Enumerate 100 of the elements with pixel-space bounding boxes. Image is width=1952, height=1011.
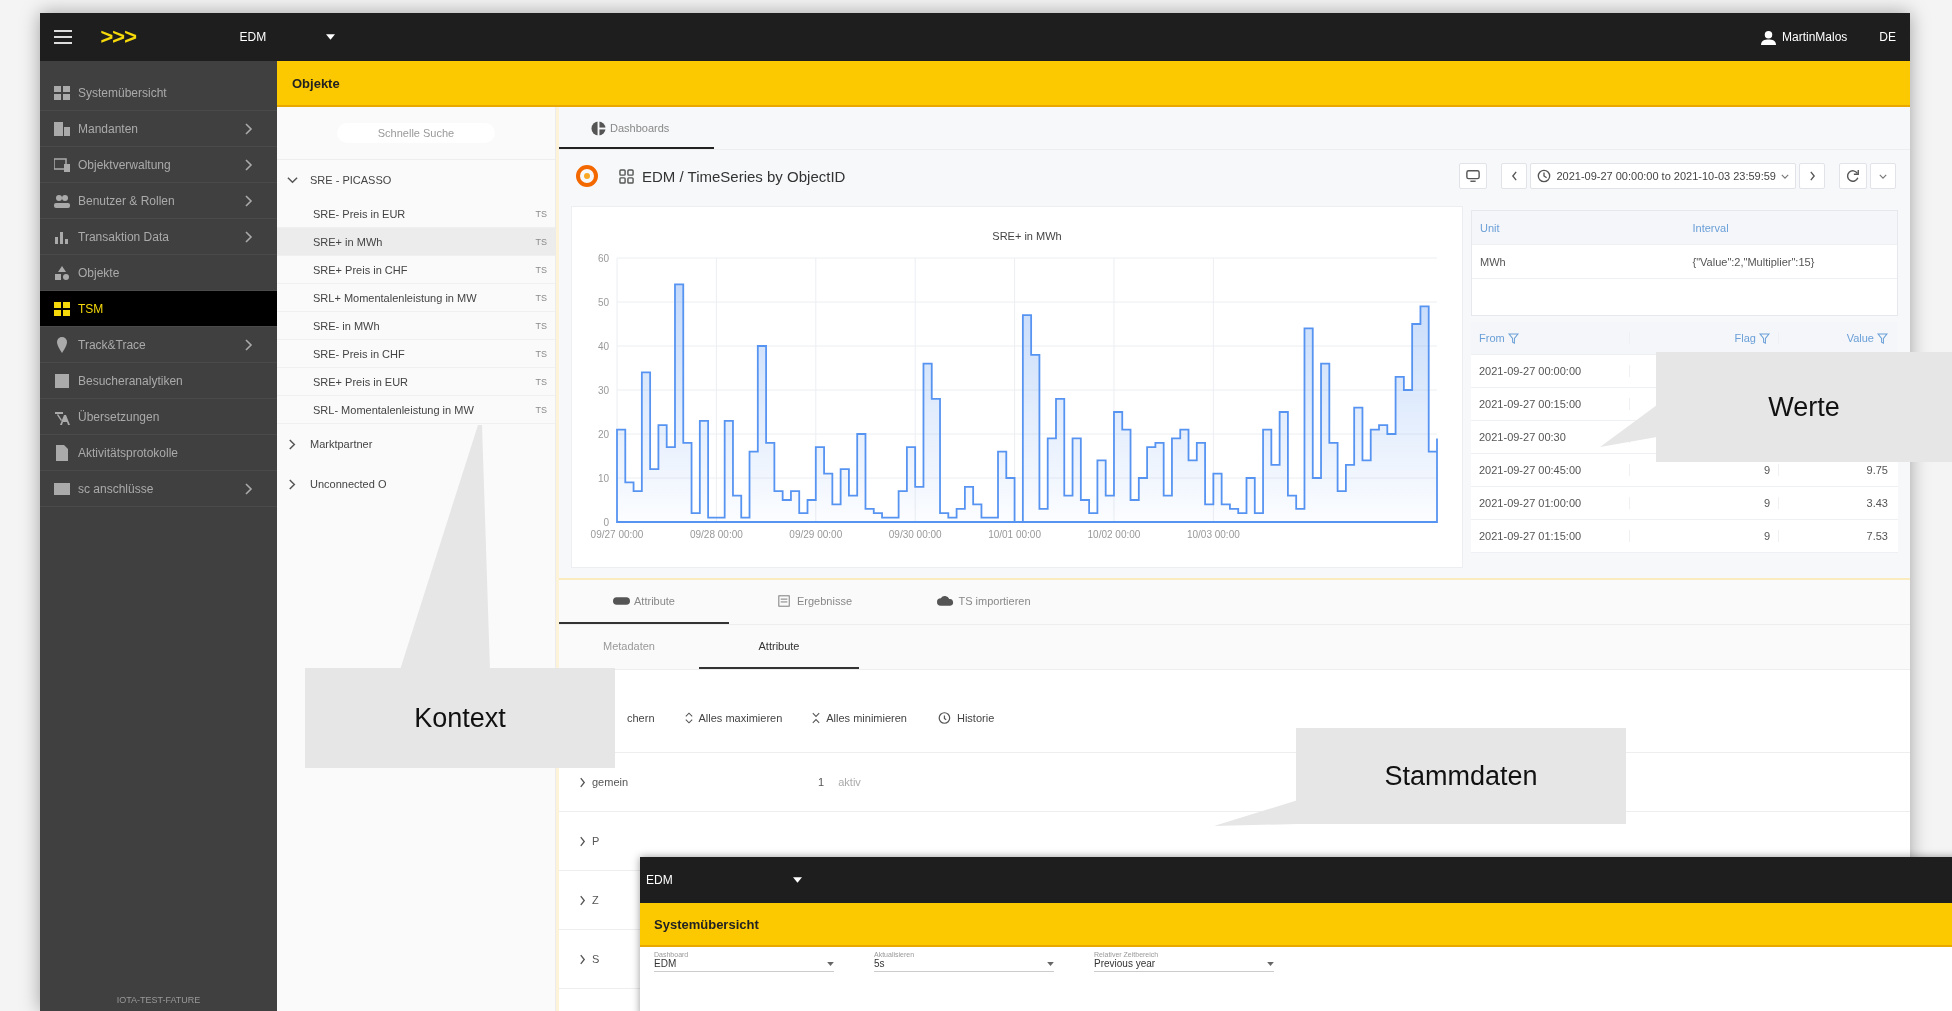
page-title: Systemübersicht [654, 916, 759, 932]
cloud-upload-icon [937, 595, 955, 607]
chevron-down-icon [1879, 173, 1887, 179]
page-title: Objekte [292, 75, 340, 91]
expand-all-button[interactable]: Alles maximieren [682, 710, 785, 726]
callout: Stammdaten [1296, 728, 1626, 824]
y-tick-label: 10 [597, 473, 609, 484]
expand-icon [684, 712, 693, 724]
sidebar-item[interactable]: Mandanten [40, 111, 277, 147]
x-tick-label: 09/28 00:00 [690, 529, 743, 540]
sidebar-item[interactable]: TSM [40, 291, 277, 327]
tree-item[interactable]: SRE+ Preis in CHF TS [277, 256, 555, 284]
table-cell-text: {"Value":2,"Multiplier":15} [1691, 255, 1816, 268]
sidebar-item[interactable]: Systemübersicht [40, 75, 277, 111]
tree-node[interactable]: Marktpartner [277, 424, 555, 464]
table-cell: 2021-09-27 01:00:00 [1471, 497, 1630, 509]
dashboard-icon [591, 120, 606, 136]
app-dropdown[interactable]: EDM [646, 873, 802, 887]
tree-node[interactable]: Unconnected O [277, 464, 555, 504]
sidebar-item[interactable]: Besucheranalytiken [40, 363, 277, 399]
y-tick-label: 30 [597, 385, 609, 396]
tree-item[interactable]: SRE- Preis in CHF TS [277, 340, 555, 368]
tv-mode-button[interactable] [1459, 163, 1488, 189]
sidebar-item[interactable]: sc anschlüsse [40, 471, 277, 507]
group-header[interactable]: P [592, 835, 600, 847]
x-tick-label: 10/02 00:00 [1087, 529, 1141, 540]
chevron-right-icon [579, 835, 586, 847]
sidebar-item[interactable]: Benutzer & Rollen [40, 183, 277, 219]
y-tick-label: 20 [597, 429, 609, 440]
search-field[interactable]: Schnelle Suche [337, 123, 495, 143]
grid-icon [54, 84, 70, 101]
tree-item[interactable]: SRE+ Preis in EUR TS [277, 368, 555, 396]
group-header[interactable]: gemein [592, 776, 629, 788]
group-header[interactable]: S [592, 953, 600, 965]
grid-icon [619, 168, 634, 184]
refresh-button[interactable] [1839, 163, 1867, 189]
table-cell: 2021-09-27 00:15:00 [1471, 398, 1630, 410]
shapes-icon [54, 264, 70, 281]
time-range-picker[interactable]: 2021-09-27 00:00:00 to 2021-10-03 23:59:59 [1530, 163, 1796, 189]
list-icon [775, 595, 793, 607]
pin-icon [54, 336, 70, 353]
sidebar-item[interactable]: Aktivitätsprotokolle [40, 435, 277, 471]
refresh-icon [1846, 169, 1860, 183]
tree-node[interactable]: SRE - PICASSO [277, 160, 555, 200]
chevron-left-icon [1510, 171, 1518, 181]
x-tick-label: 09/30 00:00 [888, 529, 942, 540]
y-tick-label: 60 [597, 253, 609, 264]
y-tick-label: 50 [597, 297, 609, 308]
devices-icon [54, 156, 70, 173]
dashboard-title: EDM / TimeSeries by ObjectID [642, 167, 846, 185]
table-cell: 2021-09-27 01:15:00 [1471, 530, 1630, 542]
sidebar-item[interactable]: Objektverwaltung [40, 147, 277, 183]
table-cell: 9 [1763, 464, 1770, 476]
caret-icon [1267, 961, 1274, 966]
sidebar-item[interactable]: Transaktion Data [40, 219, 277, 255]
sidebar-item[interactable]: Track&Trace [40, 327, 277, 363]
callout-pointer [1600, 405, 1657, 447]
tab[interactable]: Attribute [699, 625, 859, 669]
doc-icon [54, 444, 70, 461]
x-tick-label: 09/29 00:00 [789, 529, 843, 540]
chevron-down-icon [287, 174, 298, 186]
table-cell: 9 [1763, 497, 1770, 509]
chevron-right-icon [1808, 171, 1816, 181]
environment-label: IOTA-TEST-FATURE [115, 995, 202, 1007]
tree-item[interactable]: SRE- in MWh TS [277, 312, 555, 340]
menu-icon[interactable] [54, 30, 72, 44]
column-header: Unit [1479, 221, 1501, 234]
collapse-all-button[interactable]: Alles minimieren [810, 710, 909, 726]
history-button[interactable]: Historie [935, 709, 997, 727]
filter-icon [1877, 332, 1888, 344]
tree-item[interactable]: SRL- Momentalenleistung in MW TS [277, 396, 555, 424]
column-header: Interval [1691, 221, 1730, 234]
save-button[interactable]: chern [625, 710, 657, 726]
callout: Kontext [305, 668, 615, 768]
table-cell: 7.53 [1866, 530, 1888, 542]
callout: Werte [1656, 352, 1952, 462]
monitor-icon [1466, 169, 1481, 183]
history-icon [937, 711, 951, 725]
filter-icon [1507, 332, 1519, 344]
logo: >>> [100, 24, 136, 50]
chart-title: SRE+ in MWh [992, 230, 1062, 242]
filter-icon [1759, 332, 1770, 344]
user-name[interactable]: MartinMalos [1781, 30, 1848, 44]
tree-item[interactable]: SRL+ Momentalenleistung in MW TS [277, 284, 555, 312]
clock-icon [1537, 169, 1552, 183]
tab[interactable]: Ergebnisse [729, 580, 899, 624]
tree-item[interactable]: SRE+ in MWh TS [277, 228, 555, 256]
group-header[interactable]: Z [592, 894, 599, 906]
chevron-right-icon [579, 776, 586, 788]
chevron-right-icon [579, 894, 586, 906]
building-icon [54, 120, 70, 137]
language-code[interactable]: DE [1879, 30, 1896, 44]
app-dropdown[interactable]: EDM [239, 30, 336, 44]
attribute-status: aktiv [838, 776, 861, 788]
table-cell: 2021-09-27 00:00:00 [1471, 365, 1630, 377]
grid-icon [54, 300, 70, 317]
chevron-right-icon [287, 478, 298, 490]
user-icon [1760, 29, 1776, 45]
tab[interactable]: TS importieren [899, 580, 1069, 624]
y-tick-label: 0 [603, 517, 609, 528]
